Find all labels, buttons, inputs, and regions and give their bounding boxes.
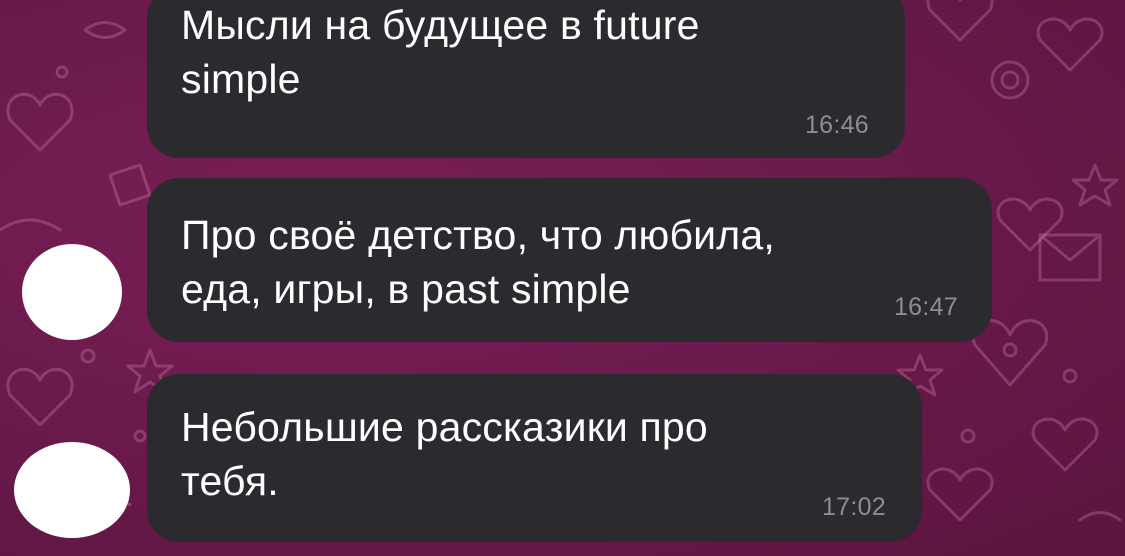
heart-doodle-icon xyxy=(1031,417,1099,472)
message-text: Небольшие рассказики про тебя. xyxy=(181,400,708,508)
dot-doodle-icon xyxy=(960,428,976,444)
flower-doodle-icon xyxy=(990,60,1030,100)
message-text-line: Про своё детство, что любила, xyxy=(181,212,775,258)
message-text-line: simple xyxy=(181,56,301,102)
message-bubble[interactable]: Мысли на будущее в future simple 16:46 xyxy=(147,0,905,158)
sender-avatar[interactable] xyxy=(22,244,122,340)
leaf-doodle-icon xyxy=(83,21,127,39)
squiggle-doodle-icon xyxy=(1078,511,1122,522)
sender-avatar[interactable] xyxy=(14,442,130,538)
heart-doodle-icon xyxy=(6,367,74,427)
message-text-line: Небольшие рассказики про xyxy=(181,404,708,450)
dot-doodle-icon xyxy=(55,65,69,79)
heart-doodle-icon xyxy=(926,467,994,522)
message-bubble[interactable]: Про своё детство, что любила, еда, игры,… xyxy=(147,178,992,342)
flower-center-doodle-icon xyxy=(1000,70,1020,90)
message-text: Мысли на будущее в future simple xyxy=(181,0,700,106)
heart-doodle-icon xyxy=(1036,17,1104,72)
message-text: Про своё детство, что любила, еда, игры,… xyxy=(181,208,775,316)
message-text-line: еда, игры, в past simple xyxy=(181,266,631,312)
heart-doodle-icon xyxy=(926,0,994,42)
sparkle-doodle-icon xyxy=(1071,163,1119,207)
heart-doodle-icon xyxy=(6,92,74,152)
message-timestamp: 16:46 xyxy=(804,111,869,139)
message-bubble[interactable]: Небольшие рассказики про тебя. 17:02 xyxy=(147,374,922,542)
dot-doodle-icon xyxy=(80,348,96,364)
gem-doodle-icon xyxy=(108,163,152,207)
dot-doodle-icon xyxy=(1062,368,1078,384)
squiggle-doodle-icon xyxy=(0,218,62,232)
envelope-doodle-icon xyxy=(1038,233,1102,282)
dot-doodle-icon xyxy=(133,429,147,443)
lock-hole-doodle-icon xyxy=(1002,342,1018,358)
heart-doodle-icon xyxy=(996,197,1064,252)
message-timestamp: 17:02 xyxy=(821,493,886,521)
message-text-line: тебя. xyxy=(181,458,279,504)
message-timestamp: 16:47 xyxy=(893,293,958,321)
message-text-line: Мысли на будущее в future xyxy=(181,2,700,48)
